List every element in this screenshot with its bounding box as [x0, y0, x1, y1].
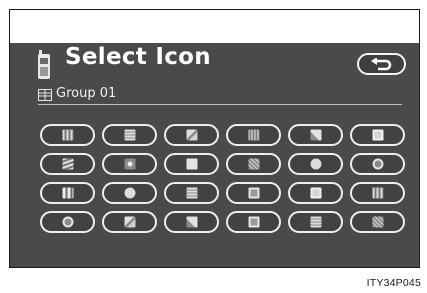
- group-book-icon: [38, 89, 52, 101]
- icon-option-button[interactable]: [288, 182, 343, 204]
- document-icon: [124, 129, 135, 141]
- group-label: Group 01: [56, 86, 117, 101]
- icon-option-button[interactable]: [350, 211, 405, 233]
- page-icon: [186, 158, 197, 170]
- icon-option-button[interactable]: [350, 153, 405, 175]
- gear-icon: [372, 158, 383, 170]
- page-title: Select Icon: [65, 44, 211, 70]
- icon-option-button[interactable]: [40, 211, 95, 233]
- icon-option-button[interactable]: [350, 182, 405, 204]
- icon-option-button[interactable]: [288, 124, 343, 146]
- icon-option-button[interactable]: [226, 182, 281, 204]
- flower-icon: [124, 158, 135, 170]
- tools-icon: [186, 216, 197, 228]
- icon-option-button[interactable]: [102, 211, 157, 233]
- pattern-icon: [372, 216, 383, 228]
- back-button[interactable]: [357, 53, 406, 75]
- texture-icon: [248, 158, 259, 170]
- icon-option-button[interactable]: [102, 182, 157, 204]
- columns-icon: [62, 187, 73, 199]
- icon-option-button[interactable]: [40, 124, 95, 146]
- header-divider: [38, 104, 402, 105]
- globe-icon: [124, 187, 135, 199]
- landscape-icon: [186, 129, 197, 141]
- sign-icon: [310, 216, 321, 228]
- photo-icon: [310, 187, 321, 199]
- icon-option-button[interactable]: [164, 124, 219, 146]
- phone-icon: [38, 50, 50, 79]
- icon-option-button[interactable]: [40, 182, 95, 204]
- picture-icon: [186, 187, 197, 199]
- icon-option-button[interactable]: [226, 124, 281, 146]
- icon-option-button[interactable]: [102, 153, 157, 175]
- notebook-icon: [372, 129, 383, 141]
- icon-option-button[interactable]: [226, 153, 281, 175]
- frame-icon: [248, 187, 259, 199]
- icon-option-button[interactable]: [288, 153, 343, 175]
- icon-option-button[interactable]: [226, 211, 281, 233]
- icon-option-button[interactable]: [40, 153, 95, 175]
- icon-option-button[interactable]: [164, 211, 219, 233]
- heart-icon: [310, 158, 321, 170]
- road-icon: [310, 129, 321, 141]
- icon-option-button[interactable]: [350, 124, 405, 146]
- icon-option-button[interactable]: [288, 211, 343, 233]
- city-icon: [248, 129, 259, 141]
- flag-icon: [248, 216, 259, 228]
- return-arrow-icon: [371, 58, 392, 71]
- mountain-icon: [124, 216, 135, 228]
- icon-option-button[interactable]: [102, 124, 157, 146]
- icon-option-button[interactable]: [164, 182, 219, 204]
- figure-caption: ITY34P045: [366, 277, 421, 289]
- person-icon: [372, 187, 383, 199]
- wave-icon: [62, 158, 73, 170]
- compass-icon: [62, 216, 73, 228]
- building-icon: [62, 129, 73, 141]
- icon-grid: [40, 124, 405, 256]
- icon-option-button[interactable]: [164, 153, 219, 175]
